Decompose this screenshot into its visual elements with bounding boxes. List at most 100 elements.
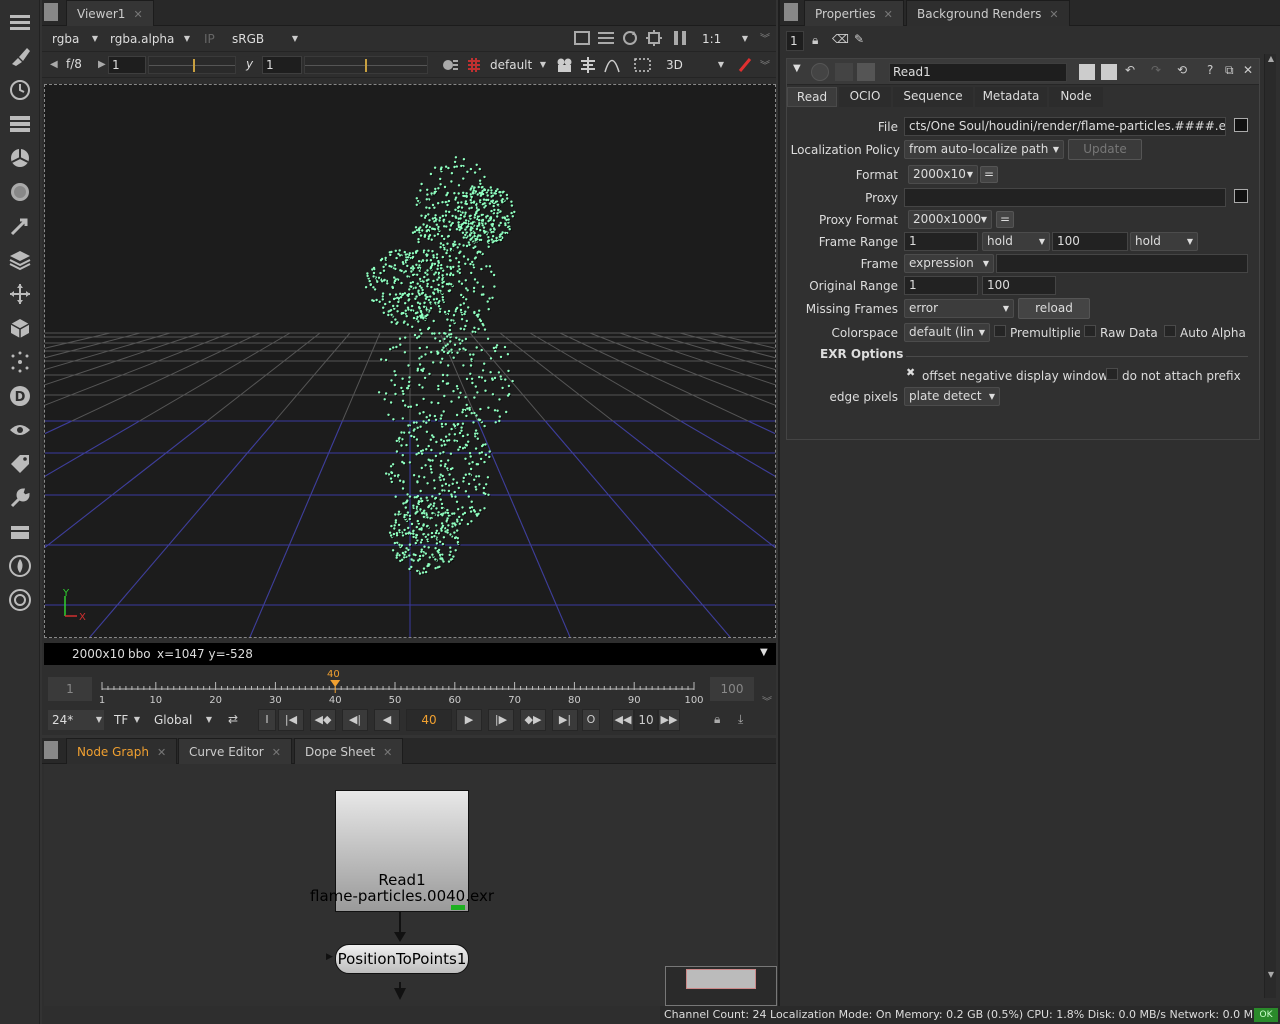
- tab-viewer1[interactable]: Viewer1 ✕: [66, 0, 154, 26]
- revert-icon[interactable]: ⟲: [1177, 63, 1187, 77]
- input-process-toggle[interactable]: IP: [200, 29, 220, 49]
- file-path-input[interactable]: cts/One Soul/houdini/render/flame-partic…: [904, 117, 1226, 136]
- redo-icon[interactable]: ↷: [1151, 63, 1161, 77]
- gl-color-swatch-icon[interactable]: [1101, 64, 1117, 80]
- frame-range-end-input[interactable]: 100: [1052, 232, 1128, 251]
- view-mode-dropdown[interactable]: 3D ▼: [662, 55, 726, 75]
- node-graph-minimap[interactable]: [665, 966, 777, 1006]
- filter-icon[interactable]: [8, 180, 32, 204]
- frame-range-before-dropdown[interactable]: hold ▼: [982, 232, 1050, 251]
- last-frame-icon[interactable]: ▶|: [552, 709, 578, 731]
- set-in-button[interactable]: I: [258, 709, 276, 731]
- chevron-down-icon[interactable]: ︾: [760, 30, 770, 45]
- max-panels-input[interactable]: 1: [786, 31, 804, 51]
- help-icon[interactable]: ?: [1207, 63, 1213, 77]
- panel-menu-icon[interactable]: [44, 741, 58, 759]
- 3d-cube-icon[interactable]: [8, 316, 32, 340]
- close-icon[interactable]: ✕: [272, 746, 281, 759]
- play-forward-icon[interactable]: ▶: [456, 709, 482, 731]
- collapse-icon[interactable]: ▼: [793, 63, 801, 74]
- next-frame-icon[interactable]: |▶: [488, 709, 514, 731]
- do-not-attach-prefix-checkbox[interactable]: [1106, 368, 1118, 380]
- lock-icon[interactable]: 🔒︎: [714, 712, 720, 727]
- next-keyframe-icon[interactable]: ◆▶: [520, 709, 546, 731]
- close-icon[interactable]: ✕: [157, 746, 166, 759]
- set-out-button[interactable]: O: [582, 709, 600, 731]
- export-icon[interactable]: ⤓: [738, 712, 743, 727]
- wipe-icon[interactable]: [574, 31, 590, 45]
- refresh-icon[interactable]: [622, 30, 638, 46]
- clear-panels-icon[interactable]: ⌫: [832, 32, 849, 46]
- roi-icon[interactable]: [646, 30, 662, 46]
- proxy-format-edit-button[interactable]: =: [996, 211, 1014, 228]
- tab-node-graph[interactable]: Node Graph ✕: [66, 738, 178, 764]
- proxy-path-input[interactable]: [904, 188, 1226, 207]
- tab-metadata[interactable]: Metadata: [975, 87, 1047, 107]
- offset-negative-checkbox[interactable]: ✖: [906, 367, 918, 379]
- format-dropdown[interactable]: 2000x10 ▼: [908, 165, 978, 184]
- tab-node[interactable]: Node: [1049, 87, 1103, 107]
- read-node[interactable]: Read1 flame-particles.0040.exr: [310, 790, 494, 912]
- marquee-icon[interactable]: [634, 57, 654, 73]
- viewer-canvas[interactable]: Y X: [44, 84, 776, 638]
- fps-dropdown[interactable]: 24* ▼: [48, 710, 104, 730]
- camera-dropdown[interactable]: default ▼: [486, 55, 548, 75]
- auto-alpha-checkbox[interactable]: [1164, 325, 1176, 337]
- premultiplied-checkbox[interactable]: [994, 325, 1006, 337]
- format-edit-button[interactable]: =: [980, 166, 998, 183]
- timecode-dropdown[interactable]: TF ▼: [110, 710, 142, 730]
- toolsets-wrench-icon[interactable]: [8, 486, 32, 510]
- frame-range-start-input[interactable]: 1: [904, 232, 978, 251]
- menu-icon[interactable]: [8, 10, 32, 34]
- colorspace-dropdown[interactable]: default (lin ▼: [904, 323, 990, 342]
- gamma-slider[interactable]: [304, 56, 428, 74]
- zebra-icon[interactable]: [466, 57, 482, 73]
- original-range-end-input[interactable]: 100: [982, 276, 1056, 295]
- timeline-end-frame[interactable]: 100: [710, 677, 754, 701]
- prev-frame-icon[interactable]: ◀|: [342, 709, 368, 731]
- prev-keyframe-icon[interactable]: ◀◆: [310, 709, 336, 731]
- clock-icon[interactable]: [8, 78, 32, 102]
- center-node-icon[interactable]: [811, 63, 829, 81]
- position-to-points-node[interactable]: PositionToPoints1: [335, 944, 469, 974]
- tab-background-renders[interactable]: Background Renders ✕: [906, 0, 1070, 26]
- play-backward-icon[interactable]: ◀: [374, 709, 400, 731]
- folder-icon[interactable]: [1234, 118, 1248, 132]
- loop-icon[interactable]: ⇄: [228, 712, 238, 726]
- transform-icon[interactable]: [8, 282, 32, 306]
- color-swatch-icon[interactable]: [1079, 64, 1095, 80]
- original-range-start-input[interactable]: 1: [904, 276, 978, 295]
- panel-menu-icon[interactable]: [784, 3, 798, 21]
- deep-icon[interactable]: D: [8, 384, 32, 408]
- color-wheel-icon[interactable]: [8, 146, 32, 170]
- raw-data-checkbox[interactable]: [1084, 325, 1096, 337]
- paint-brush-icon[interactable]: [8, 44, 32, 68]
- skip-forward-icon[interactable]: ▶▶: [658, 709, 680, 731]
- channels-dropdown[interactable]: rgba ▼: [48, 29, 100, 49]
- keyer-icon[interactable]: [8, 214, 32, 238]
- timeline-scrubber[interactable]: 1 10 20 30 40 50 60 70 80 90 100 40: [98, 669, 704, 709]
- next-fstop-icon[interactable]: ▶: [98, 59, 106, 70]
- chevron-down-icon[interactable]: ︾: [760, 57, 770, 72]
- list-icon[interactable]: [598, 30, 614, 46]
- node-input-icon[interactable]: [835, 63, 853, 81]
- proxy-format-dropdown[interactable]: 2000x1000 ▼: [908, 210, 992, 229]
- scroll-up-icon[interactable]: ▲: [1266, 54, 1276, 68]
- tab-read[interactable]: Read: [787, 87, 837, 107]
- close-icon[interactable]: ✕: [1243, 63, 1253, 77]
- reload-button[interactable]: reload: [1018, 298, 1090, 319]
- views-eye-icon[interactable]: [8, 418, 32, 442]
- undo-icon[interactable]: ↶: [1125, 63, 1135, 77]
- gain-slider[interactable]: [148, 56, 236, 74]
- folder-icon[interactable]: [1234, 189, 1248, 203]
- info-expand-icon[interactable]: ▼: [760, 642, 768, 664]
- metadata-tag-icon[interactable]: [8, 452, 32, 476]
- frame-mode-dropdown[interactable]: expression ▼: [904, 254, 994, 273]
- panel-menu-icon[interactable]: [44, 3, 58, 21]
- current-frame-input[interactable]: 40: [406, 709, 452, 731]
- tab-dope-sheet[interactable]: Dope Sheet ✕: [294, 738, 404, 764]
- merge-layers-icon[interactable]: [8, 248, 32, 272]
- tab-properties[interactable]: Properties ✕: [804, 0, 904, 26]
- pencil-icon[interactable]: ✎: [854, 32, 864, 46]
- tab-sequence[interactable]: Sequence: [893, 87, 973, 107]
